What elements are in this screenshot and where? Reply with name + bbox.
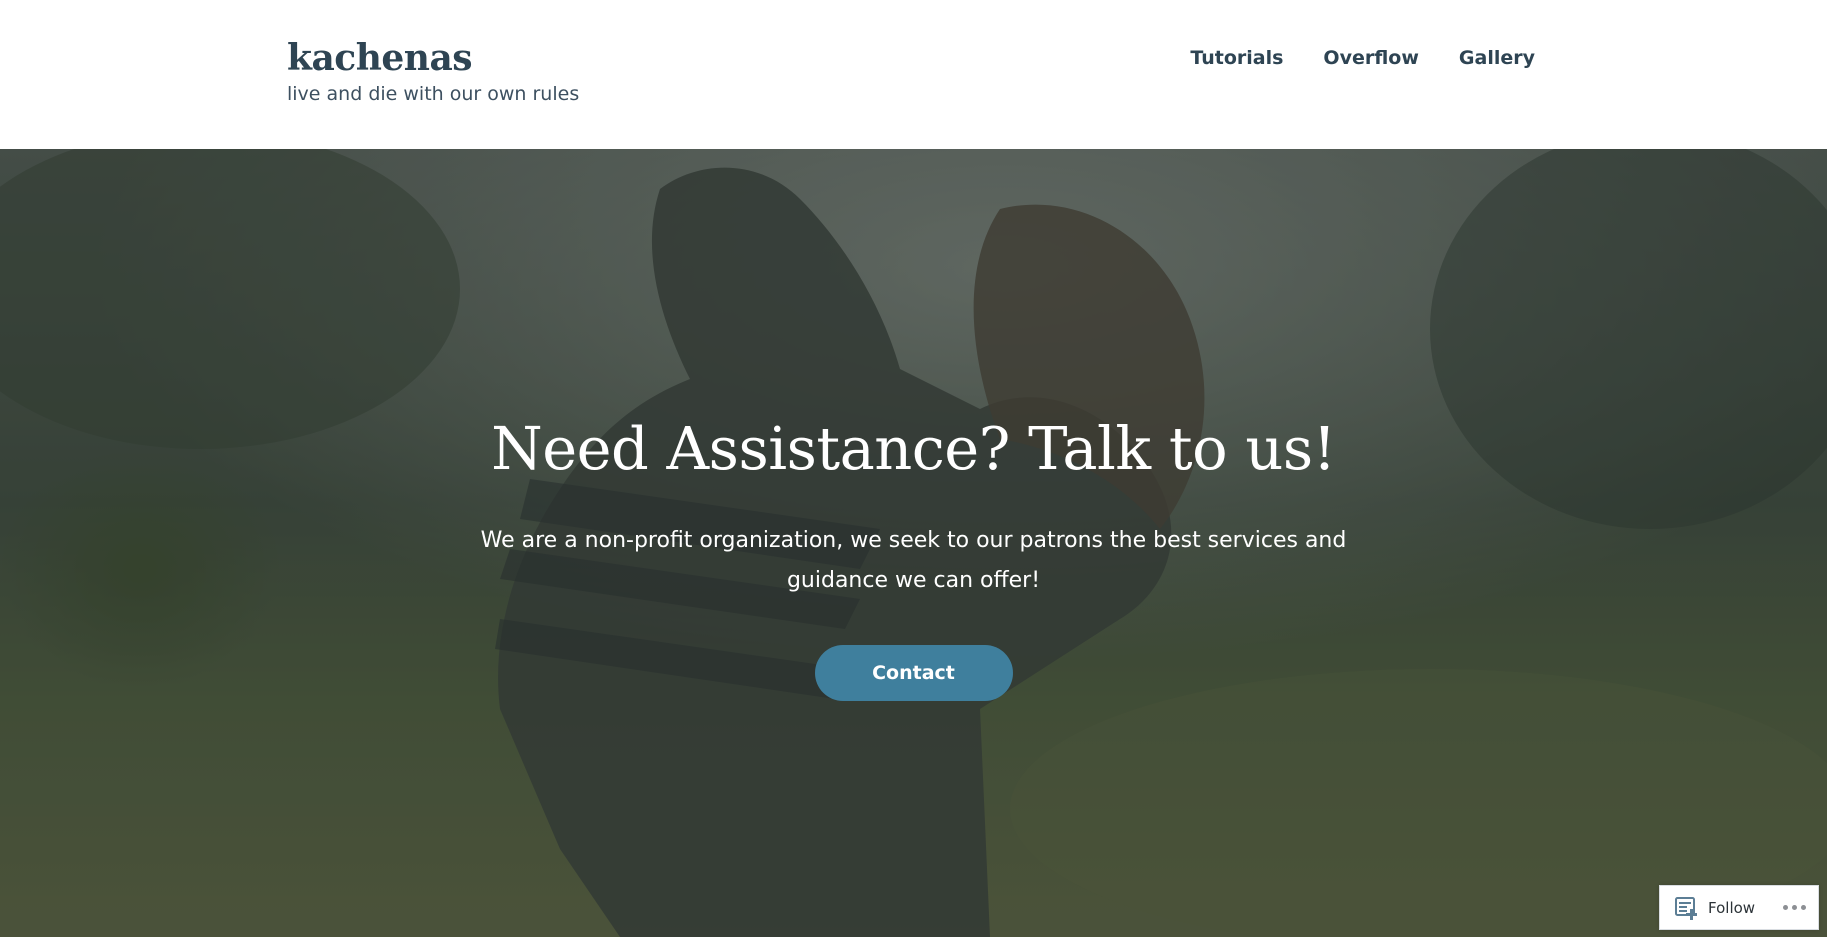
hero-description: We are a non-profit organization, we see…: [480, 528, 1347, 593]
contact-button[interactable]: Contact: [814, 645, 1013, 701]
nav-item-overflow[interactable]: Overflow: [1323, 44, 1418, 72]
hero-content: Need Assistance? Talk to us! We are a no…: [0, 409, 1827, 701]
site-title[interactable]: kachenas: [287, 34, 579, 82]
follow-button[interactable]: Follow: [1660, 886, 1755, 929]
ellipsis-icon[interactable]: [1781, 899, 1808, 916]
site-tagline: live and die with our own rules: [287, 83, 580, 105]
site-branding: kachenas live and die with our own rules: [287, 34, 579, 106]
site-header: kachenas live and die with our own rules…: [0, 0, 1827, 149]
follow-reader-icon: [1675, 896, 1697, 920]
hero-section: Need Assistance? Talk to us! We are a no…: [0, 149, 1827, 937]
follow-widget: Follow: [1659, 885, 1819, 930]
main-navigation: Tutorials Overflow Gallery: [1190, 44, 1535, 72]
follow-label: Follow: [1708, 898, 1756, 917]
nav-item-gallery[interactable]: Gallery: [1459, 44, 1535, 72]
nav-item-tutorials[interactable]: Tutorials: [1190, 44, 1283, 72]
hero-heading: Need Assistance? Talk to us!: [491, 414, 1336, 483]
